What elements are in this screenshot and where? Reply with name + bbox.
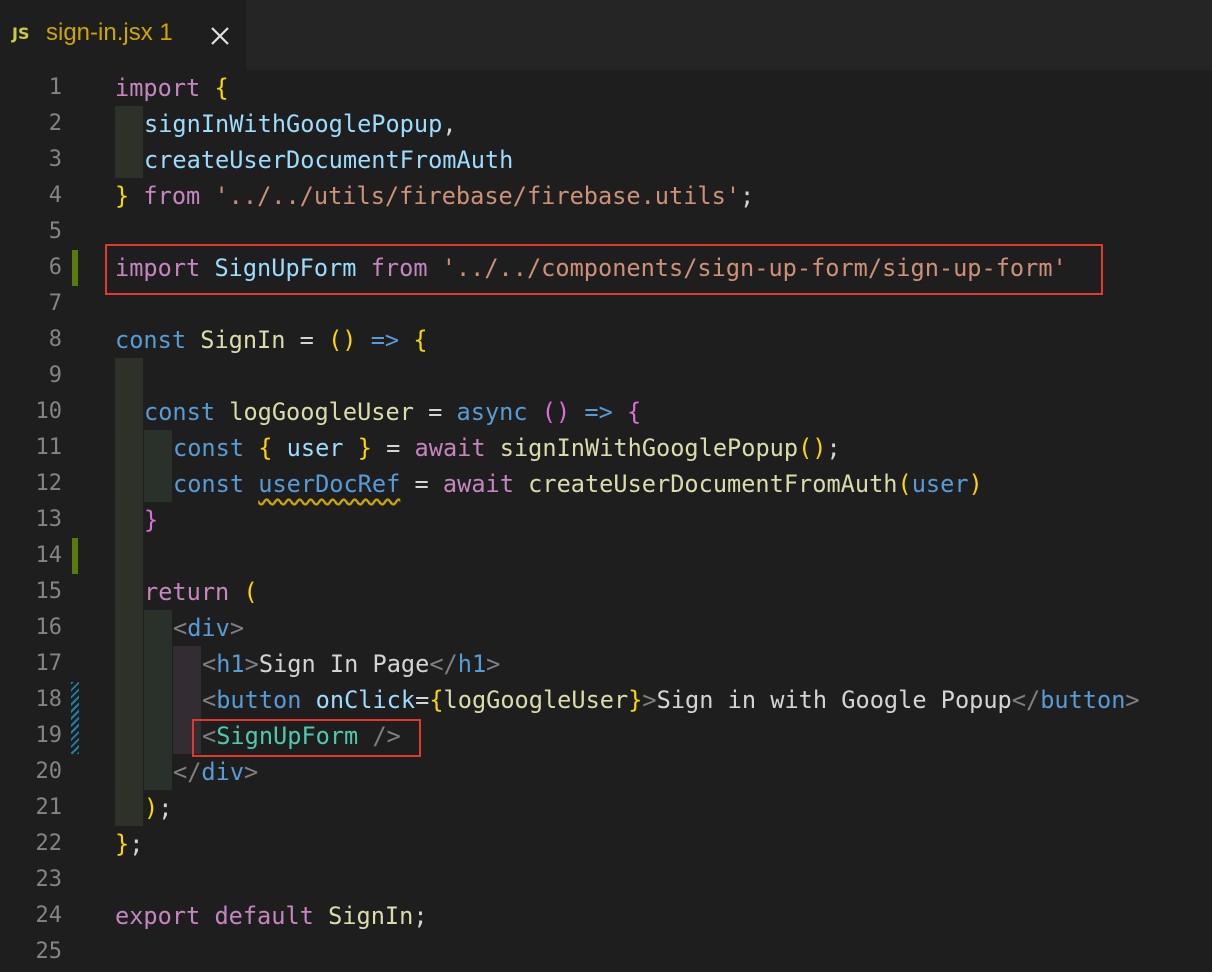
line-number: 16 — [35, 615, 63, 640]
line-number: 22 — [35, 831, 63, 856]
code-text: ); — [144, 794, 173, 822]
line-number: 1 — [48, 75, 62, 100]
line-number: 24 — [35, 903, 63, 928]
code-text: const userDocRef = await createUserDocum… — [173, 470, 983, 498]
code-text: import { — [115, 74, 229, 102]
line-number: 2 — [48, 111, 62, 136]
code-text: createUserDocumentFromAuth — [144, 146, 514, 174]
code-line: 20 </div> — [0, 754, 1212, 790]
code-line: 19 <SignUpForm /> — [0, 718, 1212, 754]
code-text: import SignUpForm from '../../components… — [115, 254, 1067, 282]
code-line: 13 } — [0, 502, 1212, 538]
line-number: 8 — [48, 327, 62, 352]
code-line: 15 return ( — [0, 574, 1212, 610]
line-number: 6 — [48, 255, 62, 280]
tab-sign-in-jsx[interactable]: JS sign-in.jsx 1 — [0, 0, 246, 70]
code-text: return ( — [144, 578, 258, 606]
code-line: 6 import SignUpForm from '../../componen… — [0, 250, 1212, 286]
tab-bar: JS sign-in.jsx 1 — [0, 0, 1212, 70]
line-number: 21 — [35, 795, 63, 820]
code-line: 14 — [0, 538, 1212, 574]
code-line: 22 }; — [0, 826, 1212, 862]
code-line: 1 import { — [0, 70, 1212, 106]
problem-count-badge: 1 — [159, 19, 173, 46]
code-text: const { user } = await signInWithGoogleP… — [173, 434, 841, 462]
code-line: 4 } from '../../utils/firebase/firebase.… — [0, 178, 1212, 214]
line-number: 17 — [35, 651, 63, 676]
code-text: }; — [115, 830, 144, 858]
code-text: <h1>Sign In Page</h1> — [202, 650, 501, 678]
code-line: 12 const userDocRef = await createUserDo… — [0, 466, 1212, 502]
code-line: 17 <h1>Sign In Page</h1> — [0, 646, 1212, 682]
code-line: 5 — [0, 214, 1212, 250]
javascript-file-icon: JS — [12, 24, 30, 43]
code-line: 3 createUserDocumentFromAuth — [0, 142, 1212, 178]
code-editor[interactable]: 1 import { 2 signInWithGooglePopup, 3 cr… — [0, 70, 1212, 972]
line-number: 25 — [35, 939, 63, 964]
line-number: 23 — [35, 867, 63, 892]
line-number: 11 — [35, 435, 63, 460]
line-number: 20 — [35, 759, 63, 784]
code-text: export default SignIn; — [115, 902, 428, 930]
close-icon[interactable] — [206, 22, 234, 50]
code-line: 25 — [0, 934, 1212, 970]
code-line: 10 const logGoogleUser = async () => { — [0, 394, 1212, 430]
line-number: 9 — [48, 363, 62, 388]
line-number: 19 — [35, 723, 63, 748]
code-line: 8 const SignIn = () => { — [0, 322, 1212, 358]
code-text: <button onClick={logGoogleUser}>Sign in … — [202, 686, 1140, 714]
code-text: signInWithGooglePopup, — [144, 110, 457, 138]
line-number: 3 — [48, 147, 62, 172]
line-number: 18 — [35, 687, 63, 712]
unused-variable-warning: userDocRef — [258, 470, 401, 498]
line-number: 10 — [35, 399, 63, 424]
code-line: 9 — [0, 358, 1212, 394]
code-text: } — [144, 506, 159, 534]
line-number: 7 — [48, 291, 62, 316]
tab-label: sign-in.jsx 1 — [46, 19, 173, 47]
code-text: <SignUpForm /> — [202, 722, 401, 750]
tab-filename: sign-in.jsx — [46, 19, 153, 46]
code-line: 21 ); — [0, 790, 1212, 826]
code-text: } from '../../utils/firebase/firebase.ut… — [115, 182, 755, 210]
line-number: 13 — [35, 507, 63, 532]
code-line: 7 — [0, 286, 1212, 322]
code-line: 16 <div> — [0, 610, 1212, 646]
line-number: 14 — [35, 543, 63, 568]
code-line: 18 <button onClick={logGoogleUser}>Sign … — [0, 682, 1212, 718]
code-text: const logGoogleUser = async () => { — [144, 398, 642, 426]
code-line: 23 — [0, 862, 1212, 898]
code-line: 2 signInWithGooglePopup, — [0, 106, 1212, 142]
code-line: 11 const { user } = await signInWithGoog… — [0, 430, 1212, 466]
code-text: </div> — [173, 758, 259, 786]
line-number: 4 — [48, 183, 62, 208]
code-text: const SignIn = () => { — [115, 326, 428, 354]
line-number: 12 — [35, 471, 63, 496]
code-line: 24 export default SignIn; — [0, 898, 1212, 934]
code-text: <div> — [173, 614, 245, 642]
line-number: 15 — [35, 579, 63, 604]
line-number: 5 — [48, 219, 62, 244]
